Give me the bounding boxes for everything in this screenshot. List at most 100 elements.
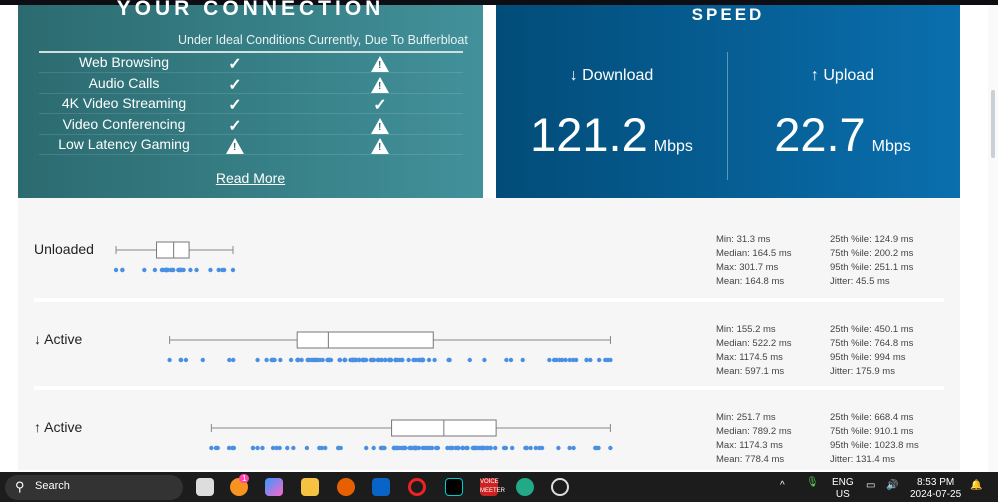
sample-dot <box>200 357 205 363</box>
sample-dot <box>120 267 125 273</box>
sample-dot <box>563 357 568 363</box>
col-ideal: Under Ideal Conditions <box>178 33 306 47</box>
sample-dot <box>488 445 493 451</box>
opera-icon[interactable] <box>408 478 426 496</box>
warning-icon: ! <box>371 56 389 72</box>
sample-dot <box>343 357 348 363</box>
taskbar-search[interactable]: ⚲ Search <box>5 475 183 500</box>
network-icon[interactable]: ▭ <box>866 480 875 492</box>
connection-card: YOUR CONNECTION Under Ideal Conditions C… <box>18 0 483 198</box>
voicemeeter-icon[interactable]: VOICE MEETER <box>480 478 505 496</box>
download-unit: Mbps <box>653 138 693 155</box>
sample-dot <box>216 267 221 273</box>
sample-dot <box>208 267 213 273</box>
sample-dot <box>493 445 498 451</box>
sample-dot <box>433 445 439 451</box>
sample-dot <box>226 445 232 451</box>
warning-icon: ! <box>226 138 244 155</box>
check-icon: ✓ <box>228 76 242 94</box>
warning-icon: ! <box>371 76 389 93</box>
capability-label: Web Browsing <box>78 54 169 70</box>
sample-dot <box>446 357 451 363</box>
sample-dot <box>159 267 165 273</box>
sample-dot <box>411 357 416 363</box>
sample-dot <box>317 357 322 363</box>
sample-dot <box>170 267 176 273</box>
col-current: Currently, Due To Bufferbloat <box>308 33 468 47</box>
read-more-link[interactable]: Read More <box>18 170 483 186</box>
language[interactable]: ENG <box>832 477 854 489</box>
check-icon: ✓ <box>228 117 242 135</box>
capability-label: Low Latency Gaming <box>58 136 190 153</box>
sample-dot <box>255 357 260 363</box>
sample-dot <box>426 357 432 363</box>
sample-dot <box>460 445 465 451</box>
outlook-icon[interactable] <box>372 478 390 496</box>
region[interactable]: US <box>832 489 854 501</box>
sample-dot <box>278 357 283 363</box>
sample-dot <box>213 445 219 451</box>
sample-dot <box>504 357 509 363</box>
sample-dot <box>288 357 294 363</box>
app-icon[interactable]: 1 <box>230 474 250 496</box>
sample-dot <box>163 267 168 273</box>
sample-dot <box>603 357 608 363</box>
download-value: 121.2 <box>530 108 648 161</box>
capability-row: 4K Video Streaming ✓ ✓ <box>39 94 463 115</box>
sample-dot <box>326 357 331 363</box>
search-label: Search <box>35 480 70 492</box>
microphone-icon[interactable]: 🎙 <box>806 477 819 489</box>
sample-dot <box>323 445 328 451</box>
speed-card: SPEED ↓ Download 121.2 Mbps ↑ Upload 22.7… <box>496 5 960 198</box>
file-explorer-icon[interactable] <box>301 478 319 496</box>
sample-dot <box>271 357 276 363</box>
sample-dot <box>152 267 158 273</box>
sample-dot <box>368 357 374 363</box>
reaper-icon[interactable] <box>516 478 534 496</box>
sample-dot <box>231 445 237 451</box>
clock-time[interactable]: 8:53 PM <box>910 477 961 489</box>
copilot-icon[interactable] <box>265 478 283 496</box>
download-label: ↓ Download <box>569 67 654 84</box>
obs-icon[interactable] <box>551 478 569 496</box>
scrollbar-thumb[interactable] <box>991 90 995 158</box>
sample-dot <box>571 445 576 451</box>
capability-row: Video Conferencing ✓! <box>39 115 463 135</box>
sample-dot <box>183 357 189 363</box>
sample-dot <box>420 445 426 451</box>
sample-dot <box>402 445 407 451</box>
capability-row: Web Browsing ✓! <box>39 53 463 73</box>
sample-dot <box>467 357 472 363</box>
sample-dot <box>386 357 392 363</box>
sample-dot <box>584 357 589 363</box>
sample-dot <box>304 445 310 451</box>
chevron-up-icon[interactable]: ^ <box>780 480 785 492</box>
sample-dot <box>528 445 533 451</box>
sample-dot <box>533 445 539 451</box>
firefox-icon[interactable] <box>337 478 355 496</box>
notification-bell-icon[interactable]: 🔔 <box>970 480 982 492</box>
sample-dot <box>407 445 412 451</box>
volume-icon[interactable]: 🔊 <box>886 480 898 492</box>
audio-app-icon[interactable] <box>445 478 463 496</box>
sample-dot <box>556 445 561 451</box>
check-icon: ✓ <box>228 56 242 73</box>
scrollbar[interactable] <box>988 5 998 502</box>
clock-date[interactable]: 2024-07-25 <box>910 489 961 501</box>
sample-dot <box>264 357 269 363</box>
sample-dot <box>596 357 602 363</box>
sample-dot <box>570 357 576 363</box>
sample-dot <box>376 357 382 363</box>
sample-dot <box>260 445 265 451</box>
sample-dot <box>520 357 525 363</box>
sample-dot <box>596 445 601 451</box>
sample-dot <box>295 357 301 363</box>
task-view-icon[interactable] <box>196 478 214 496</box>
sample-dot <box>551 357 557 363</box>
sample-dot <box>307 357 312 363</box>
sample-dot <box>406 357 411 363</box>
sample-dot <box>539 445 545 451</box>
iqr-box <box>156 241 190 259</box>
capability-label: 4K Video Streaming <box>61 95 187 112</box>
notification-badge: 1 <box>239 474 250 483</box>
